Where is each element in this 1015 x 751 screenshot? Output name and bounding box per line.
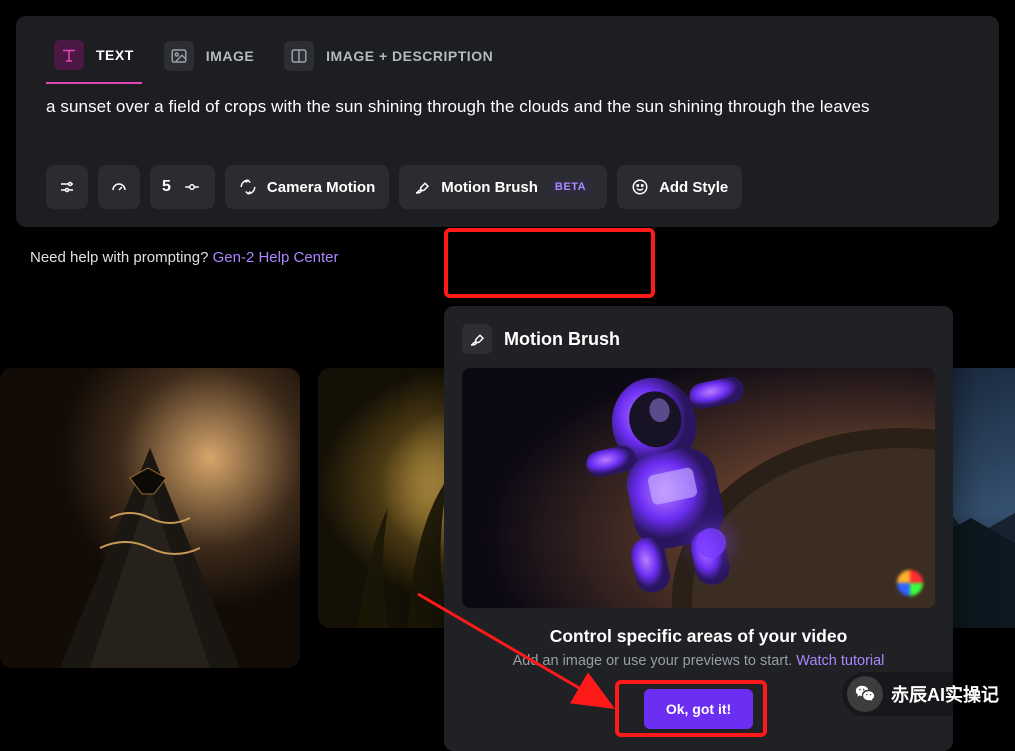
tooltip-subtitle: Control specific areas of your video — [462, 626, 935, 647]
controls-row: 5 Camera Motion Motion Brush BETA Add St… — [16, 165, 999, 227]
smile-icon — [631, 178, 649, 196]
speed-button[interactable] — [98, 165, 140, 209]
add-style-label: Add Style — [659, 179, 728, 196]
ok-got-it-button[interactable]: Ok, got it! — [644, 689, 753, 729]
wechat-icon — [847, 676, 883, 712]
tooltip-hero-image — [462, 368, 935, 608]
camera-motion-icon — [239, 178, 257, 196]
help-line: Need help with prompting? Gen-2 Help Cen… — [0, 243, 1015, 280]
camera-motion-label: Camera Motion — [267, 179, 375, 196]
watermark: 赤辰AI实操记 — [842, 672, 1009, 716]
tooltip-description: Add an image or use your previews to sta… — [462, 653, 935, 669]
tab-text[interactable]: TEXT — [46, 30, 142, 84]
add-style-button[interactable]: Add Style — [617, 165, 742, 209]
prompt-panel: TEXT IMAGE IMAGE + DESCRIPTION a sunset … — [16, 16, 999, 227]
settings-button[interactable] — [46, 165, 88, 209]
watch-tutorial-link[interactable]: Watch tutorial — [796, 653, 884, 669]
help-link[interactable]: Gen-2 Help Center — [213, 249, 339, 266]
sliders-icon — [58, 178, 76, 196]
layout-icon — [284, 41, 314, 71]
color-wheel-icon — [897, 570, 923, 596]
motion-brush-button[interactable]: Motion Brush BETA — [399, 165, 607, 209]
motion-strength-chip[interactable]: 5 — [150, 165, 215, 209]
brush-icon — [462, 324, 492, 354]
brush-icon — [413, 178, 431, 196]
motion-strength-value: 5 — [162, 178, 171, 196]
node-icon — [181, 178, 203, 196]
input-mode-tabs: TEXT IMAGE IMAGE + DESCRIPTION — [16, 16, 999, 83]
watermark-text: 赤辰AI实操记 — [891, 681, 999, 707]
camera-motion-button[interactable]: Camera Motion — [225, 165, 389, 209]
tab-image[interactable]: IMAGE — [156, 30, 262, 83]
tab-text-label: TEXT — [96, 47, 134, 63]
brush-cursor-indicator — [696, 528, 726, 558]
tab-imgdesc-label: IMAGE + DESCRIPTION — [326, 48, 493, 64]
image-icon — [164, 41, 194, 71]
prompt-text[interactable]: a sunset over a field of crops with the … — [16, 83, 999, 165]
tab-image-description[interactable]: IMAGE + DESCRIPTION — [276, 30, 501, 83]
tooltip-title: Motion Brush — [504, 329, 620, 350]
beta-badge: BETA — [548, 178, 593, 196]
text-icon — [54, 40, 84, 70]
tab-image-label: IMAGE — [206, 48, 254, 64]
help-prefix: Need help with prompting? — [30, 249, 213, 266]
motion-brush-label: Motion Brush — [441, 179, 538, 196]
gauge-icon — [110, 178, 128, 196]
preview-thumb[interactable] — [0, 368, 300, 668]
